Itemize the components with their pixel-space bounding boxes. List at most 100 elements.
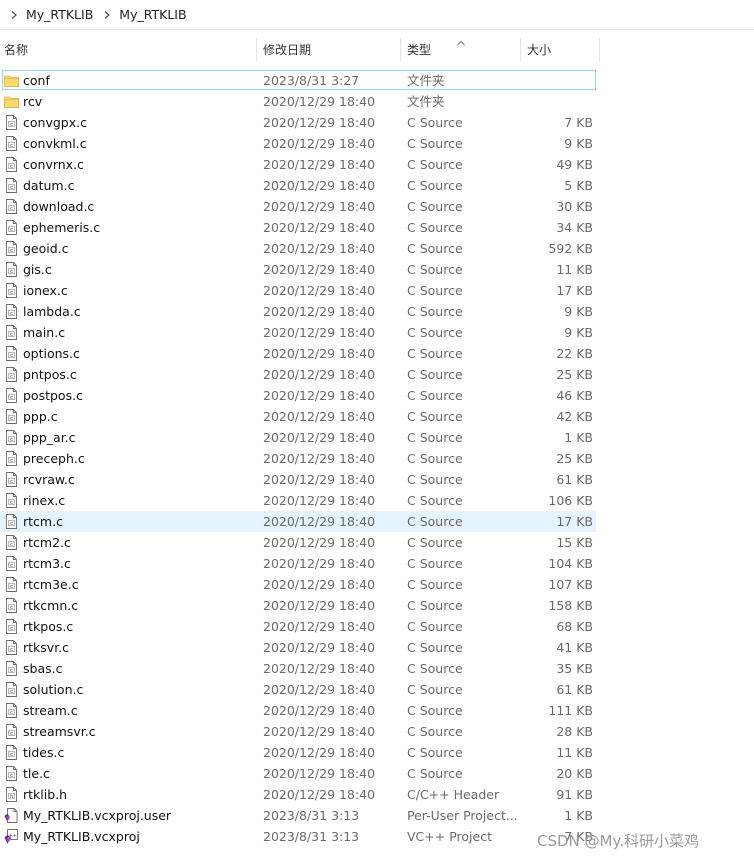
file-row[interactable]: c ppp.c 2020/12/29 18:40 C Source 42 KB bbox=[0, 406, 754, 427]
c-file-icon: c bbox=[4, 346, 19, 361]
file-row[interactable]: c rtcm3.c 2020/12/29 18:40 C Source 104 KB bbox=[0, 553, 754, 574]
file-row[interactable]: c rtkcmn.c 2020/12/29 18:40 C Source 158 KB bbox=[0, 595, 754, 616]
file-row[interactable]: c lambda.c 2020/12/29 18:40 C Source 9 KB bbox=[0, 301, 754, 322]
file-row[interactable]: c convgpx.c 2020/12/29 18:40 C Source 7 KB bbox=[0, 112, 754, 133]
chevron-right-icon[interactable] bbox=[103, 10, 111, 19]
file-row[interactable]: c sbas.c 2020/12/29 18:40 C Source 35 KB bbox=[0, 658, 754, 679]
file-row[interactable]: c geoid.c 2020/12/29 18:40 C Source 592 KB bbox=[0, 238, 754, 259]
file-row[interactable]: h rtklib.h 2020/12/29 18:40 C/C++ Header 91 … bbox=[0, 784, 754, 805]
c-file-icon: c bbox=[4, 556, 19, 571]
file-name: rtcm3.c bbox=[23, 556, 71, 571]
file-row[interactable]: c rtksvr.c 2020/12/29 18:40 C Source 41 KB bbox=[0, 637, 754, 658]
file-name: datum.c bbox=[23, 178, 75, 193]
file-modified-date: 2020/12/29 18:40 bbox=[263, 514, 376, 529]
file-row[interactable]: c ephemeris.c 2020/12/29 18:40 C Source 34 K… bbox=[0, 217, 754, 238]
file-row[interactable]: c rtcm3e.c 2020/12/29 18:40 C Source 107 KB bbox=[0, 574, 754, 595]
file-type: VC++ Project bbox=[407, 829, 492, 844]
breadcrumb: My_RTKLIB My_RTKLIB bbox=[0, 0, 754, 30]
file-row[interactable]: c download.c 2020/12/29 18:40 C Source 30 KB bbox=[0, 196, 754, 217]
file-name: pntpos.c bbox=[23, 367, 77, 382]
column-header-size[interactable]: 大小 bbox=[527, 36, 551, 64]
file-row[interactable]: c rtkpos.c 2020/12/29 18:40 C Source 68 KB bbox=[0, 616, 754, 637]
h-file-icon: h bbox=[4, 787, 19, 802]
file-type: C Source bbox=[407, 325, 463, 340]
file-name: My_RTKLIB.vcxproj bbox=[23, 829, 140, 844]
column-divider[interactable] bbox=[256, 38, 257, 62]
c-file-icon: c bbox=[4, 577, 19, 592]
c-file-icon: c bbox=[4, 514, 19, 529]
c-file-icon: c bbox=[4, 619, 19, 634]
c-file-icon: c bbox=[4, 598, 19, 613]
file-type: C Source bbox=[407, 178, 463, 193]
file-name: convkml.c bbox=[23, 136, 87, 151]
file-row[interactable]: c convrnx.c 2020/12/29 18:40 C Source 49 KB bbox=[0, 154, 754, 175]
breadcrumb-item[interactable]: My_RTKLIB bbox=[26, 7, 93, 22]
file-modified-date: 2020/12/29 18:40 bbox=[263, 535, 376, 550]
file-row[interactable]: c postpos.c 2020/12/29 18:40 C Source 46 KB bbox=[0, 385, 754, 406]
file-row[interactable]: c rtcm.c 2020/12/29 18:40 C Source 17 KB bbox=[0, 511, 754, 532]
file-name: rtklib.h bbox=[23, 787, 68, 802]
svg-text:c: c bbox=[10, 458, 13, 464]
file-row[interactable]: rcv 2020/12/29 18:40 文件夹 bbox=[0, 91, 754, 112]
file-type: C Source bbox=[407, 304, 463, 319]
file-modified-date: 2020/12/29 18:40 bbox=[263, 346, 376, 361]
file-type: Per-User Project... bbox=[407, 808, 517, 823]
file-row[interactable]: c stream.c 2020/12/29 18:40 C Source 111 KB bbox=[0, 700, 754, 721]
file-row[interactable]: c ionex.c 2020/12/29 18:40 C Source 17 KB bbox=[0, 280, 754, 301]
c-file-icon: c bbox=[4, 745, 19, 760]
file-row[interactable]: conf 2023/8/31 3:27 文件夹 bbox=[0, 70, 754, 91]
file-row[interactable]: c convkml.c 2020/12/29 18:40 C Source 9 KB bbox=[0, 133, 754, 154]
breadcrumb-item[interactable]: My_RTKLIB bbox=[119, 7, 186, 22]
file-row[interactable]: c main.c 2020/12/29 18:40 C Source 9 KB bbox=[0, 322, 754, 343]
c-file-icon: c bbox=[4, 367, 19, 382]
svg-text:c: c bbox=[10, 164, 13, 170]
column-header-type[interactable]: 类型 bbox=[407, 36, 431, 64]
file-name: ephemeris.c bbox=[23, 220, 101, 235]
column-divider[interactable] bbox=[599, 38, 600, 62]
file-row[interactable]: c solution.c 2020/12/29 18:40 C Source 61 KB bbox=[0, 679, 754, 700]
column-divider[interactable] bbox=[520, 38, 521, 62]
vs-project-icon: ++ bbox=[4, 829, 19, 844]
svg-text:c: c bbox=[10, 731, 13, 737]
file-name: conf bbox=[23, 73, 50, 88]
file-row[interactable]: c tides.c 2020/12/29 18:40 C Source 11 KB bbox=[0, 742, 754, 763]
file-name: solution.c bbox=[23, 682, 84, 697]
c-file-icon: c bbox=[4, 115, 19, 130]
chevron-right-icon[interactable] bbox=[10, 10, 18, 19]
column-header-date[interactable]: 修改日期 bbox=[263, 36, 311, 64]
svg-text:c: c bbox=[10, 689, 13, 695]
file-size: 106 KB bbox=[548, 493, 593, 508]
file-modified-date: 2020/12/29 18:40 bbox=[263, 451, 376, 466]
file-row[interactable]: c rcvraw.c 2020/12/29 18:40 C Source 61 KB bbox=[0, 469, 754, 490]
file-name: tle.c bbox=[23, 766, 50, 781]
file-size: 11 KB bbox=[556, 745, 593, 760]
column-header-name[interactable]: 名称 bbox=[4, 36, 28, 64]
file-size: 46 KB bbox=[556, 388, 593, 403]
file-name: stream.c bbox=[23, 703, 78, 718]
file-modified-date: 2020/12/29 18:40 bbox=[263, 115, 376, 130]
file-row[interactable]: c options.c 2020/12/29 18:40 C Source 22 KB bbox=[0, 343, 754, 364]
file-type: C Source bbox=[407, 157, 463, 172]
svg-text:c: c bbox=[10, 269, 13, 275]
svg-text:c: c bbox=[10, 185, 13, 191]
file-row[interactable]: c rtcm2.c 2020/12/29 18:40 C Source 15 KB bbox=[0, 532, 754, 553]
file-row[interactable]: c streamsvr.c 2020/12/29 18:40 C Source 28 K… bbox=[0, 721, 754, 742]
c-file-icon: c bbox=[4, 409, 19, 424]
file-modified-date: 2020/12/29 18:40 bbox=[263, 682, 376, 697]
file-name: rtcm2.c bbox=[23, 535, 71, 550]
file-row[interactable]: c ppp_ar.c 2020/12/29 18:40 C Source 1 KB bbox=[0, 427, 754, 448]
file-modified-date: 2020/12/29 18:40 bbox=[263, 220, 376, 235]
file-name: rinex.c bbox=[23, 493, 66, 508]
file-row[interactable]: c gis.c 2020/12/29 18:40 C Source 11 KB bbox=[0, 259, 754, 280]
file-row[interactable]: c tle.c 2020/12/29 18:40 C Source 20 KB bbox=[0, 763, 754, 784]
column-divider[interactable] bbox=[400, 38, 401, 62]
file-row[interactable]: c datum.c 2020/12/29 18:40 C Source 5 KB bbox=[0, 175, 754, 196]
file-size: 17 KB bbox=[556, 283, 593, 298]
file-row[interactable]: c pntpos.c 2020/12/29 18:40 C Source 25 KB bbox=[0, 364, 754, 385]
file-type: C Source bbox=[407, 514, 463, 529]
file-row[interactable]: My_RTKLIB.vcxproj.user 2023/8/31 3:13 Per-… bbox=[0, 805, 754, 826]
file-row[interactable]: c preceph.c 2020/12/29 18:40 C Source 25 KB bbox=[0, 448, 754, 469]
file-name: rtcm3e.c bbox=[23, 577, 79, 592]
file-row[interactable]: c rinex.c 2020/12/29 18:40 C Source 106 KB bbox=[0, 490, 754, 511]
file-size: 20 KB bbox=[556, 766, 593, 781]
